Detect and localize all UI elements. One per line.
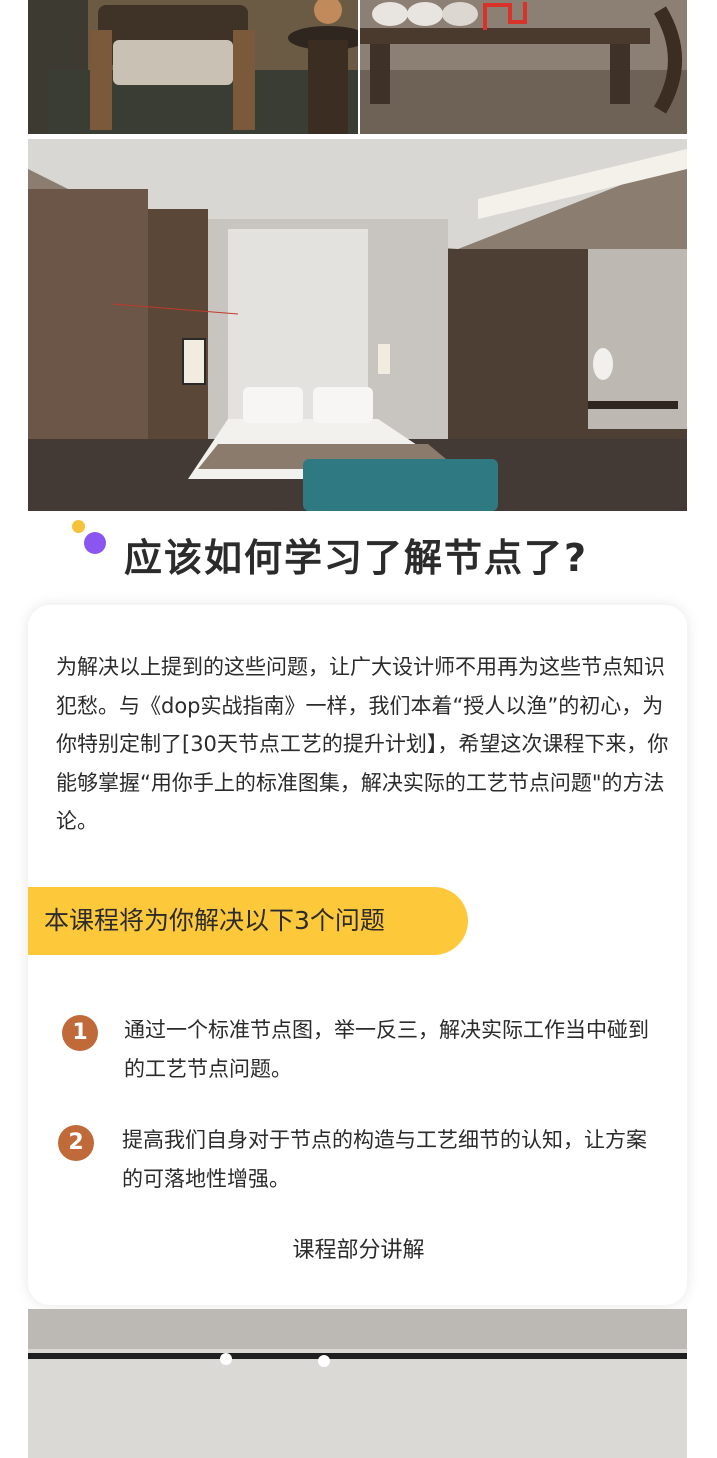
decor-dot-yellow [72,520,85,533]
bench-illustration [360,0,687,134]
number-badge-2: 2 [58,1125,94,1161]
bench-towels-photo [360,0,687,134]
course-caption: 课程部分讲解 [292,1238,425,1263]
decor-dot-purple [84,532,106,554]
problems-banner-label: 本课程将为你解决以下3个问题 [44,906,385,935]
bedroom-illustration [28,139,687,511]
lounge-illustration [28,0,358,134]
ceiling-illustration [28,1309,687,1458]
intro-paragraph: 为解决以上提到的这些问题，让广大设计师不用再为这些节点知识犯愁。与《dop实战指… [56,655,669,833]
number-badge-1: 1 [62,1015,98,1051]
ceiling-detail-photo [28,1309,687,1458]
problem-item-1: 通过一个标准节点图，举一反三，解决实际工作当中碰到的工艺节点问题。 [124,1018,649,1081]
lounge-chair-photo [28,0,358,134]
section-title: 应该如何学习了解节点了? [124,536,589,580]
problem-item-2: 提高我们自身对于节点的构造与工艺细节的认知，让方案的可落地性增强。 [122,1128,647,1191]
bedroom-photo [28,139,687,511]
